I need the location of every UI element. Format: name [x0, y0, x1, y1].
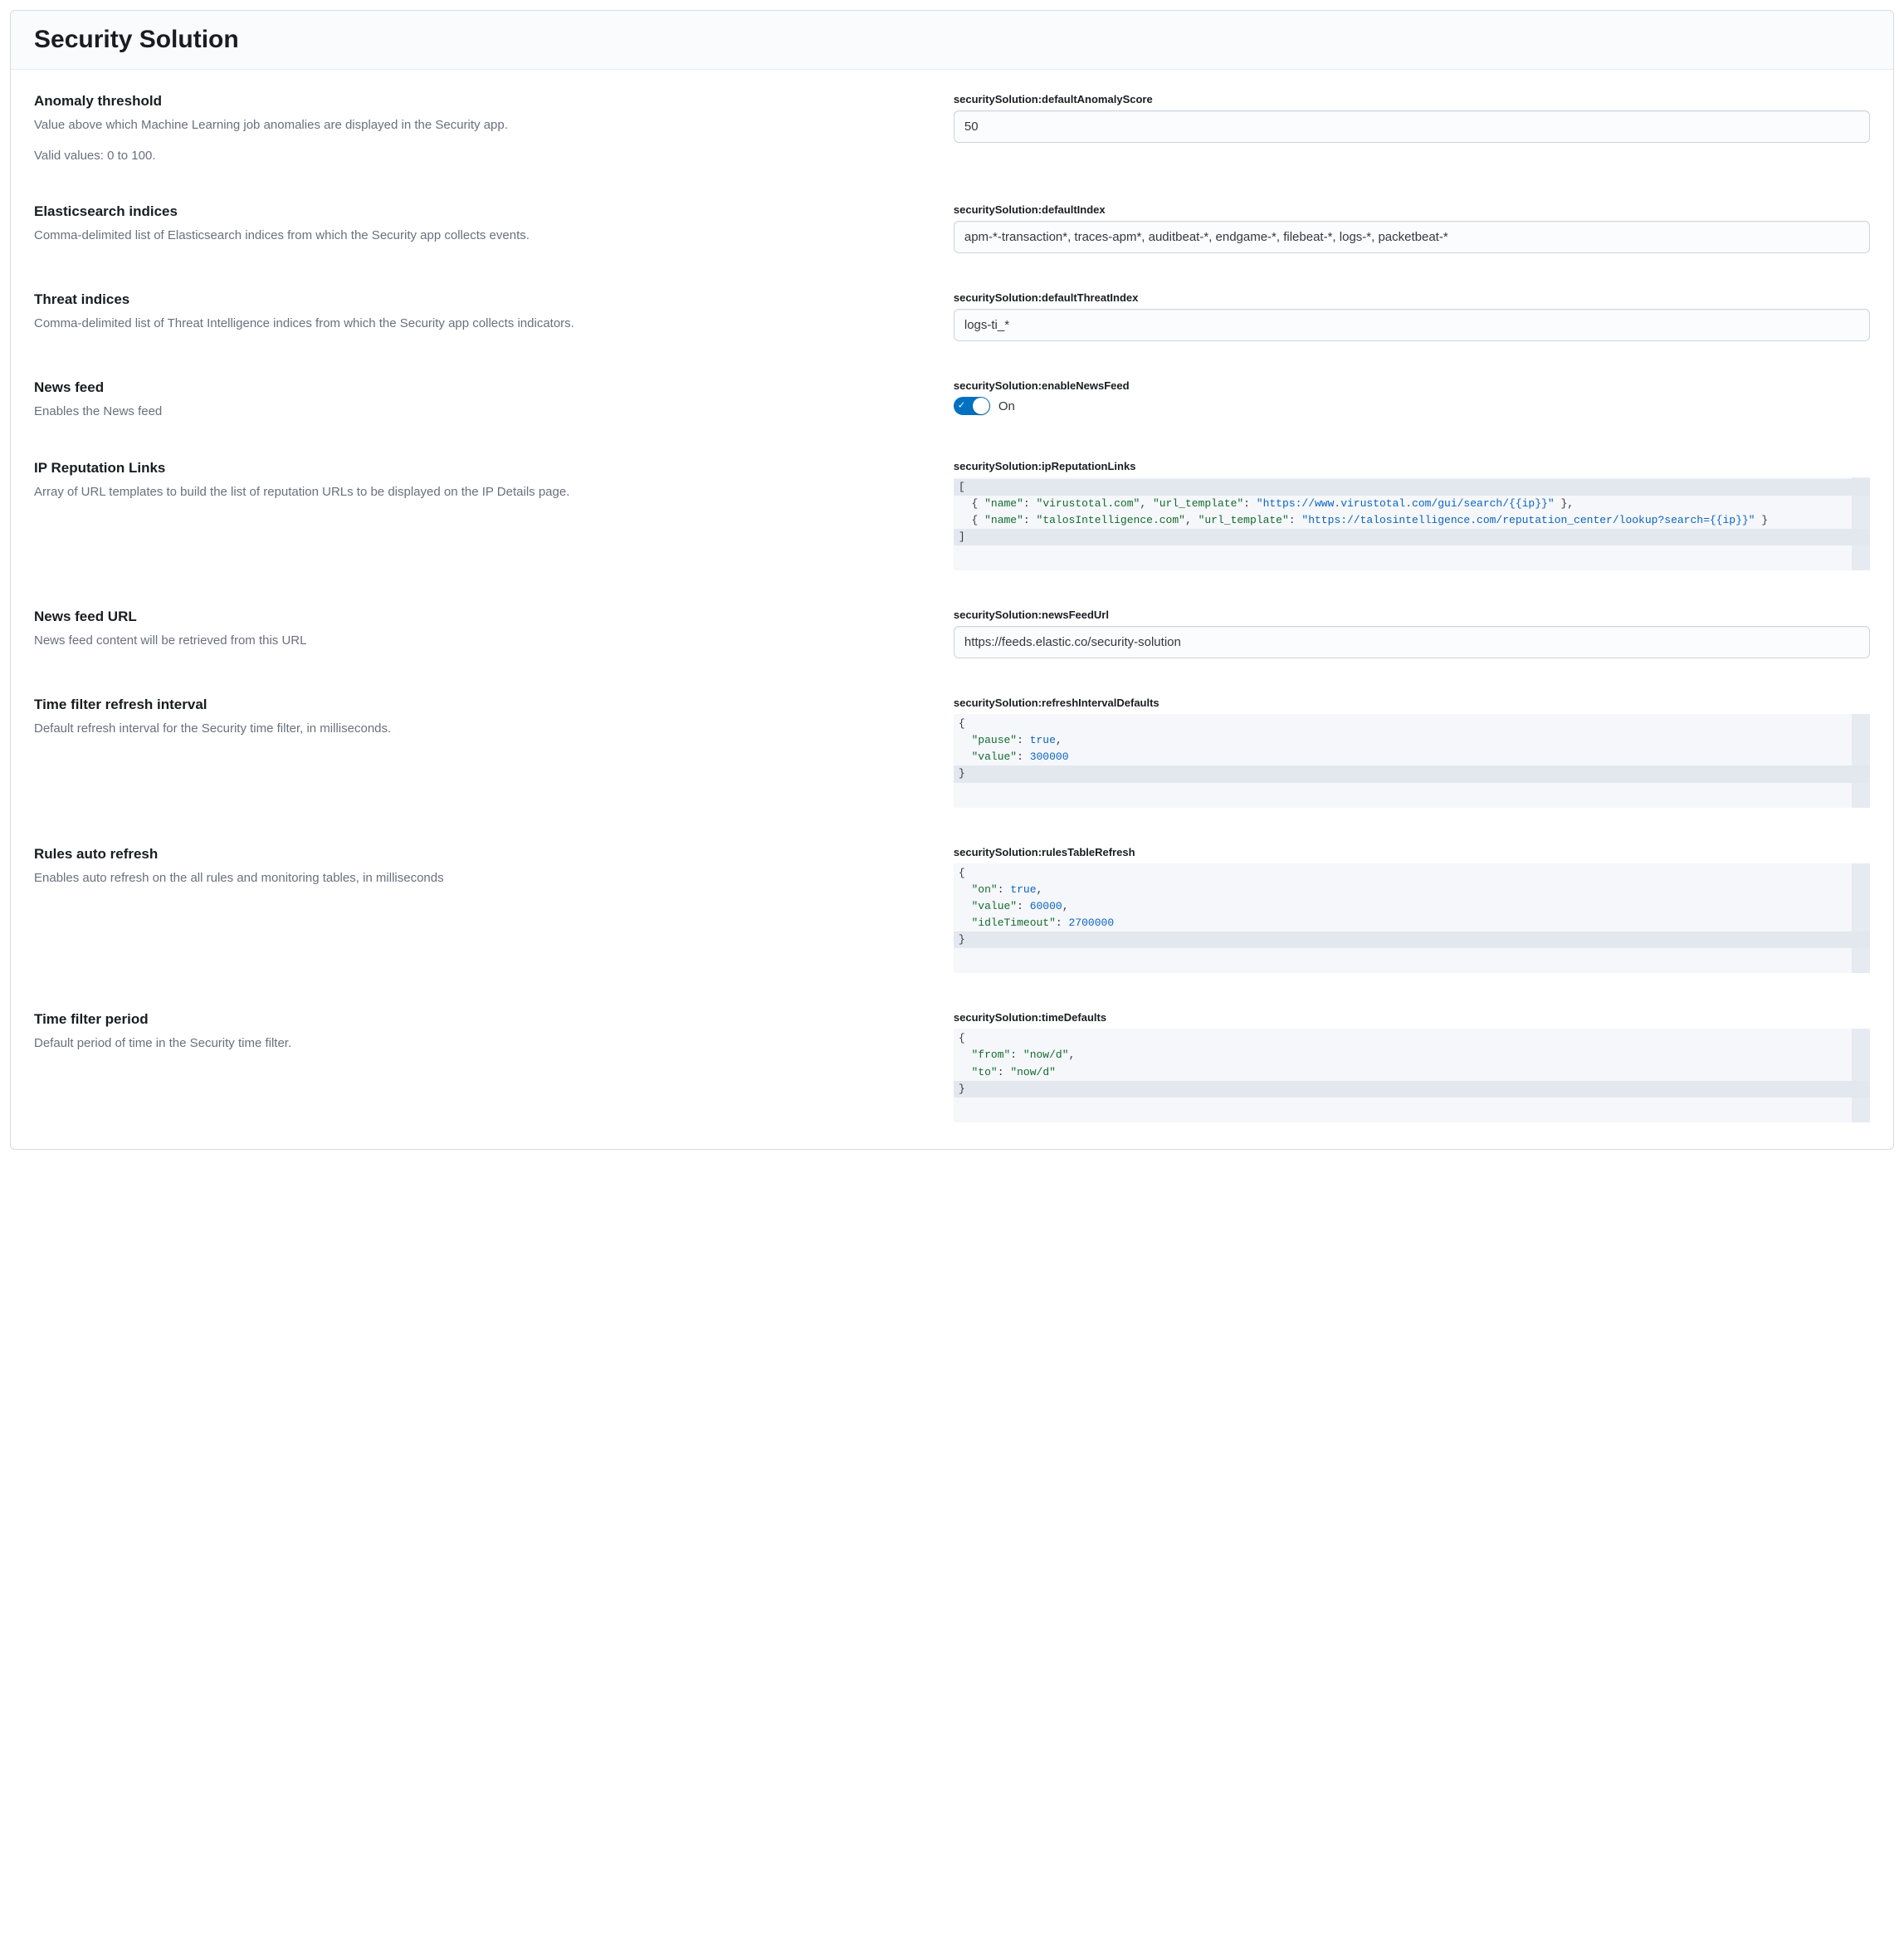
setting-refresh-interval: Time filter refresh interval Default ref…	[34, 680, 1870, 829]
code-token: "now/d"	[1023, 1049, 1069, 1061]
setting-title: Threat indices	[34, 291, 934, 308]
setting-description: Comma-delimited list of Elasticsearch in…	[34, 227, 934, 246]
code-token: "from"	[971, 1049, 1010, 1061]
code-token: "value"	[971, 900, 1017, 912]
setting-rules-auto-refresh: Rules auto refresh Enables auto refresh …	[34, 829, 1870, 995]
setting-description: Default period of time in the Security t…	[34, 1034, 934, 1054]
setting-key: securitySolution:newsFeedUrl	[954, 609, 1870, 621]
code-token: "url_template"	[1199, 514, 1289, 526]
code-token: "talosIntelligence.com"	[1037, 514, 1185, 526]
setting-key: securitySolution:refreshIntervalDefaults	[954, 697, 1870, 709]
setting-key: securitySolution:defaultThreatIndex	[954, 291, 1870, 304]
setting-description: Array of URL templates to build the list…	[34, 483, 934, 502]
panel-body: Anomaly threshold Value above which Mach…	[11, 70, 1893, 1149]
setting-key: securitySolution:defaultAnomalyScore	[954, 93, 1870, 105]
code-token: "virustotal.com"	[1037, 497, 1140, 510]
rules-refresh-code-editor[interactable]: { "on": true, "value": 60000, "idleTimeo…	[954, 863, 1870, 974]
setting-description: Comma-delimited list of Threat Intellige…	[34, 315, 934, 334]
setting-desc-line: Value above which Machine Learning job a…	[34, 116, 934, 135]
setting-news-feed-enable: News feed Enables the News feed security…	[34, 363, 1870, 443]
setting-time-defaults: Time filter period Default period of tim…	[34, 995, 1870, 1126]
setting-description: News feed content will be retrieved from…	[34, 632, 934, 651]
toggle-knob	[973, 398, 989, 414]
code-token: }	[959, 1083, 965, 1095]
news-feed-url-input[interactable]	[954, 626, 1870, 658]
check-icon: ✓	[958, 402, 965, 411]
code-token: {	[959, 497, 984, 510]
setting-key: securitySolution:enableNewsFeed	[954, 379, 1870, 392]
setting-title: News feed URL	[34, 609, 934, 625]
setting-key: securitySolution:defaultIndex	[954, 203, 1870, 216]
code-token: "on"	[971, 883, 997, 896]
code-token: "pause"	[971, 734, 1017, 746]
setting-desc-line: Valid values: 0 to 100.	[34, 147, 934, 166]
setting-anomaly-threshold: Anomaly threshold Value above which Mach…	[34, 76, 1870, 187]
news-feed-toggle[interactable]: ✓	[954, 397, 990, 415]
code-token: {	[959, 514, 984, 526]
code-token: "now/d"	[1010, 1066, 1056, 1078]
security-solution-panel: Security Solution Anomaly threshold Valu…	[10, 10, 1894, 1150]
code-token: {	[959, 717, 965, 730]
code-token: "name"	[984, 514, 1023, 526]
setting-title: News feed	[34, 379, 934, 396]
code-token: "https://talosintelligence.com/reputatio…	[1301, 514, 1755, 526]
setting-title: Rules auto refresh	[34, 846, 934, 863]
code-token: "idleTimeout"	[971, 917, 1055, 929]
setting-description: Value above which Machine Learning job a…	[34, 116, 934, 165]
setting-key: securitySolution:rulesTableRefresh	[954, 846, 1870, 858]
setting-ip-reputation-links: IP Reputation Links Array of URL templat…	[34, 443, 1870, 593]
setting-title: Time filter period	[34, 1011, 934, 1028]
refresh-interval-code-editor[interactable]: { "pause": true, "value": 300000 }	[954, 714, 1870, 808]
code-token: 300000	[1030, 750, 1069, 763]
code-token: "to"	[971, 1066, 997, 1078]
code-token: "value"	[971, 750, 1017, 763]
code-token: [	[959, 481, 965, 493]
panel-header: Security Solution	[11, 11, 1893, 70]
code-token: },	[1555, 497, 1574, 510]
code-token: "name"	[984, 497, 1023, 510]
setting-description: Default refresh interval for the Securit…	[34, 720, 934, 739]
code-token: ]	[959, 530, 965, 543]
code-token: }	[959, 767, 965, 780]
code-token: {	[959, 1032, 965, 1044]
setting-key: securitySolution:ipReputationLinks	[954, 460, 1870, 472]
setting-description: Enables the News feed	[34, 403, 934, 422]
code-token: "url_template"	[1153, 497, 1243, 510]
setting-description: Enables auto refresh on the all rules an…	[34, 869, 934, 888]
code-token: }	[959, 933, 965, 946]
code-token: "https://www.virustotal.com/gui/search/{…	[1257, 497, 1555, 510]
setting-title: IP Reputation Links	[34, 460, 934, 477]
setting-key: securitySolution:timeDefaults	[954, 1011, 1870, 1024]
threat-indices-input[interactable]	[954, 309, 1870, 341]
code-token: 2700000	[1069, 917, 1115, 929]
code-token: {	[959, 867, 965, 879]
section-title: Security Solution	[34, 26, 1870, 54]
setting-title: Anomaly threshold	[34, 93, 934, 110]
setting-elasticsearch-indices: Elasticsearch indices Comma-delimited li…	[34, 187, 1870, 275]
anomaly-threshold-input[interactable]	[954, 110, 1870, 143]
code-token: true	[1030, 734, 1056, 746]
setting-news-feed-url: News feed URL News feed content will be …	[34, 592, 1870, 680]
toggle-state-label: On	[998, 399, 1015, 413]
code-token: true	[1010, 883, 1036, 896]
code-token: }	[1755, 514, 1768, 526]
ip-reputation-code-editor[interactable]: [ { "name": "virustotal.com", "url_templ…	[954, 477, 1870, 571]
setting-threat-indices: Threat indices Comma-delimited list of T…	[34, 275, 1870, 363]
setting-title: Elasticsearch indices	[34, 203, 934, 220]
time-defaults-code-editor[interactable]: { "from": "now/d", "to": "now/d" }	[954, 1029, 1870, 1122]
setting-title: Time filter refresh interval	[34, 697, 934, 713]
elasticsearch-indices-input[interactable]	[954, 221, 1870, 253]
code-token: 60000	[1030, 900, 1062, 912]
